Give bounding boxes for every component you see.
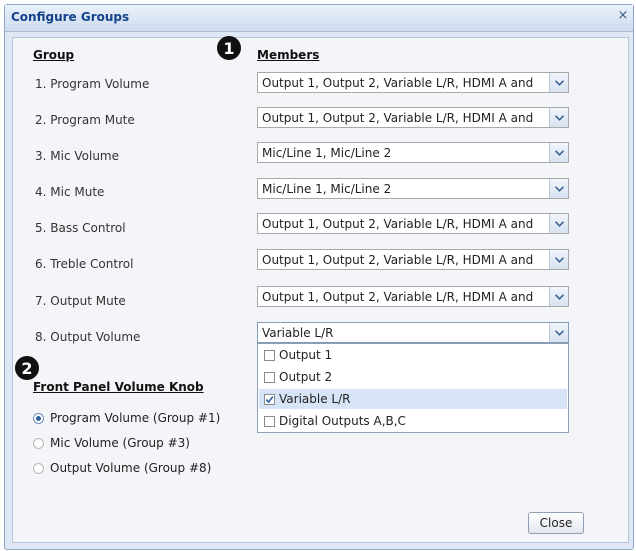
chevron-down-icon[interactable]	[549, 73, 568, 92]
members-combo-value: Output 1, Output 2, Variable L/R, HDMI A…	[262, 217, 534, 231]
close-button[interactable]: Close	[528, 512, 584, 534]
option-label: Output 2	[279, 370, 333, 384]
group-label-5: 5. Bass Control	[35, 221, 126, 235]
members-combo-value: Output 1, Output 2, Variable L/R, HDMI A…	[262, 253, 534, 267]
configure-groups-dialog: Configure Groups × Group Members 1 1. Pr…	[4, 4, 634, 550]
dropdown-option-output-2[interactable]: Output 2	[259, 367, 567, 387]
chevron-down-icon[interactable]	[549, 143, 568, 162]
members-combo-value: Output 1, Output 2, Variable L/R, HDMI A…	[262, 111, 534, 125]
checkbox-checked[interactable]	[264, 393, 275, 405]
members-combo-6[interactable]: Output 1, Output 2, Variable L/R, HDMI A…	[257, 249, 569, 270]
radio-output-volume[interactable]: Output Volume (Group #8)	[33, 461, 211, 475]
members-column-header: Members	[257, 48, 320, 62]
callout-one-badge: 1	[217, 36, 241, 60]
title-bar: Configure Groups ×	[5, 5, 633, 32]
members-combo-8[interactable]: Variable L/R	[257, 322, 569, 343]
radio-label: Program Volume (Group #1)	[50, 411, 221, 425]
members-combo-1[interactable]: Output 1, Output 2, Variable L/R, HDMI A…	[257, 72, 569, 93]
group-label-6: 6. Treble Control	[35, 257, 134, 271]
members-combo-value: Output 1, Output 2, Variable L/R, HDMI A…	[262, 76, 534, 90]
option-label: Digital Outputs A,B,C	[279, 414, 406, 428]
group-label-3: 3. Mic Volume	[35, 149, 119, 163]
checkmark-icon	[265, 395, 274, 403]
checkbox[interactable]	[264, 371, 275, 383]
chevron-down-icon[interactable]	[549, 250, 568, 269]
dropdown-option-output-1[interactable]: Output 1	[259, 345, 567, 365]
radio-label: Output Volume (Group #8)	[50, 461, 212, 475]
chevron-down-icon[interactable]	[549, 323, 568, 342]
members-combo-3[interactable]: Mic/Line 1, Mic/Line 2	[257, 142, 569, 163]
members-combo-2[interactable]: Output 1, Output 2, Variable L/R, HDMI A…	[257, 107, 569, 128]
radio-mic-volume[interactable]: Mic Volume (Group #3)	[33, 436, 190, 450]
chevron-down-icon[interactable]	[549, 287, 568, 306]
members-combo-5[interactable]: Output 1, Output 2, Variable L/R, HDMI A…	[257, 213, 569, 234]
close-icon[interactable]: ×	[615, 8, 631, 24]
members-combo-value: Mic/Line 1, Mic/Line 2	[262, 146, 392, 160]
group-column-header: Group	[33, 48, 75, 62]
checkbox[interactable]	[264, 415, 275, 427]
radio-program-volume[interactable]: Program Volume (Group #1)	[33, 411, 220, 425]
members-combo-value: Variable L/R	[262, 326, 334, 340]
content-panel: Group Members 1 1. Program Volume Output…	[12, 36, 629, 543]
members-combo-4[interactable]: Mic/Line 1, Mic/Line 2	[257, 178, 569, 199]
group-label-4: 4. Mic Mute	[35, 185, 105, 199]
dropdown-option-digital-outputs[interactable]: Digital Outputs A,B,C	[259, 411, 567, 431]
chevron-down-icon[interactable]	[549, 214, 568, 233]
dialog-title: Configure Groups	[11, 10, 130, 24]
radio-label: Mic Volume (Group #3)	[50, 436, 190, 450]
checkbox[interactable]	[264, 349, 275, 361]
members-combo-7[interactable]: Output 1, Output 2, Variable L/R, HDMI A…	[257, 286, 569, 307]
front-panel-title: Front Panel Volume Knob	[33, 380, 204, 394]
group-label-7: 7. Output Mute	[35, 294, 126, 308]
members-combo-value: Output 1, Output 2, Variable L/R, HDMI A…	[262, 290, 534, 304]
option-label: Variable L/R	[279, 392, 351, 406]
chevron-down-icon[interactable]	[549, 179, 568, 198]
radio-button[interactable]	[33, 462, 44, 474]
group-label-1: 1. Program Volume	[35, 77, 150, 91]
chevron-down-icon[interactable]	[549, 108, 568, 127]
members-combo-value: Mic/Line 1, Mic/Line 2	[262, 182, 392, 196]
callout-two-badge: 2	[15, 356, 39, 380]
group-label-8: 8. Output Volume	[35, 330, 141, 344]
group-label-2: 2. Program Mute	[35, 113, 135, 127]
option-label: Output 1	[279, 348, 333, 362]
members-dropdown-list: Output 1 Output 2 Variable L/R Digital O…	[257, 343, 569, 433]
dropdown-option-variable-lr[interactable]: Variable L/R	[259, 389, 567, 409]
radio-button[interactable]	[33, 437, 44, 449]
radio-button-selected[interactable]	[33, 412, 44, 424]
